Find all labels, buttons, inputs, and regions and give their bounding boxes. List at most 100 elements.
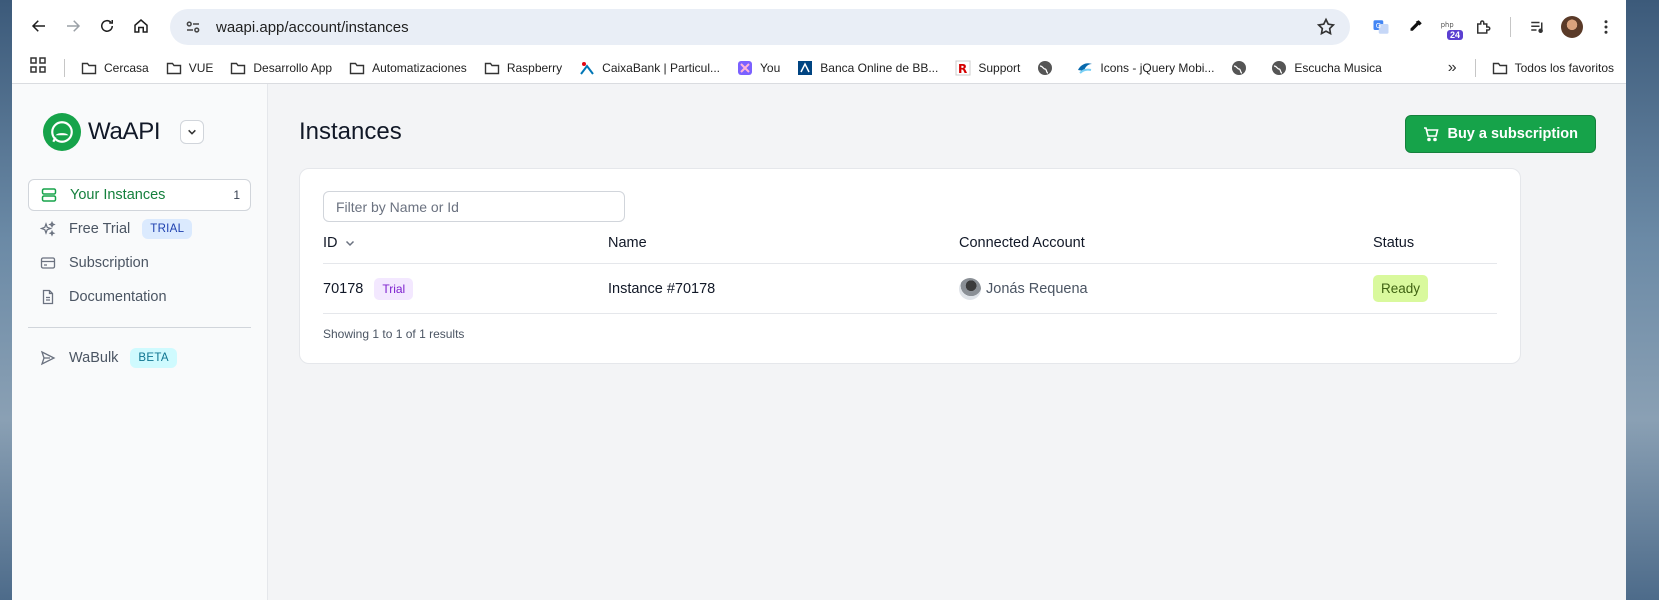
brand-dropdown-button[interactable] bbox=[180, 120, 205, 144]
cell-account: Jonás Requena bbox=[959, 277, 1373, 300]
bookmark-caixabank[interactable]: CaixaBank | Particul... bbox=[579, 60, 720, 76]
bookmark-raspberry[interactable]: Raspberry bbox=[484, 60, 562, 76]
bbva-icon bbox=[797, 60, 813, 76]
folder-icon bbox=[166, 60, 182, 76]
forward-button[interactable] bbox=[56, 9, 90, 43]
folder-icon bbox=[81, 60, 97, 76]
toolbar-divider bbox=[1510, 17, 1511, 37]
extensions-button[interactable] bbox=[1466, 10, 1500, 44]
sidebar: WaAPI Your Instances 1 Free Trial TRIAL bbox=[12, 84, 268, 600]
beta-badge: BETA bbox=[130, 348, 177, 368]
credit-card-icon bbox=[39, 254, 57, 272]
browser-toolbar: waapi.app/account/instances G php 24 bbox=[12, 0, 1626, 52]
browser-window: waapi.app/account/instances G php 24 Cer… bbox=[12, 0, 1626, 600]
globe-icon bbox=[1231, 60, 1247, 76]
home-button[interactable] bbox=[124, 9, 158, 43]
main-content: Instances Buy a subscription Filter by N… bbox=[268, 84, 1626, 600]
bookmark-jquery-icons[interactable]: Icons - jQuery Mobi... bbox=[1077, 60, 1214, 76]
sidebar-item-wabulk[interactable]: WaBulk BETA bbox=[28, 342, 251, 374]
cell-status: Ready bbox=[1373, 275, 1497, 302]
brand-name: WaAPI bbox=[88, 118, 161, 145]
eyedropper-icon bbox=[1410, 20, 1422, 31]
php-extension[interactable]: php 24 bbox=[1432, 10, 1466, 44]
bookmark-label: Cercasa bbox=[104, 60, 149, 75]
media-list-icon bbox=[1531, 21, 1543, 33]
bookmark-label: VUE bbox=[188, 60, 214, 75]
bookmark-label: Desarrollo App bbox=[253, 60, 333, 75]
app-root: WaAPI Your Instances 1 Free Trial TRIAL bbox=[12, 84, 1626, 600]
bookmarks-divider bbox=[1474, 59, 1476, 77]
cell-id: 70178 Trial bbox=[323, 277, 608, 300]
bookmark-label: Escucha Musica bbox=[1294, 60, 1382, 75]
filter-input[interactable]: Filter by Name or Id bbox=[323, 191, 625, 222]
bookmark-label: Raspberry bbox=[506, 60, 563, 75]
caixabank-icon bbox=[579, 60, 595, 76]
all-bookmarks-folder[interactable]: Todos los favoritos bbox=[1492, 60, 1614, 76]
home-icon bbox=[134, 19, 148, 33]
bookmark-globe-2[interactable] bbox=[1231, 60, 1254, 76]
eyedropper-extension[interactable] bbox=[1398, 10, 1432, 44]
brand: WaAPI bbox=[43, 112, 251, 152]
bookmark-label: Support bbox=[978, 60, 1021, 75]
document-icon bbox=[39, 288, 57, 306]
menu-button[interactable] bbox=[1589, 10, 1623, 44]
pagination-summary: Showing 1 to 1 of 1 results bbox=[323, 327, 465, 341]
column-id[interactable]: ID bbox=[323, 235, 608, 251]
arrow-right-icon bbox=[67, 20, 81, 32]
bookmark-desarrollo-app[interactable]: Desarrollo App bbox=[230, 60, 332, 76]
sidebar-item-label: Your Instances bbox=[70, 187, 166, 203]
bookmark-bbva[interactable]: Banca Online de BB... bbox=[797, 60, 938, 76]
bookmark-escucha-musica[interactable]: Escucha Musica bbox=[1271, 60, 1382, 76]
sidebar-item-documentation[interactable]: Documentation bbox=[28, 281, 251, 313]
folder-icon bbox=[349, 60, 365, 76]
cell-name: Instance #70178 bbox=[608, 280, 716, 297]
table-row[interactable]: 70178 Trial Instance #70178 Jonás Requen… bbox=[323, 264, 1497, 314]
instance-id: 70178 bbox=[323, 280, 364, 297]
bookmark-label: Automatizaciones bbox=[372, 60, 467, 75]
back-button[interactable] bbox=[22, 9, 56, 43]
account-name: Jonás Requena bbox=[986, 280, 1088, 297]
svg-text:R: R bbox=[958, 62, 967, 76]
bookmark-star-icon[interactable] bbox=[1316, 17, 1336, 37]
address-bar[interactable]: waapi.app/account/instances bbox=[170, 9, 1350, 45]
translate-extension[interactable]: G bbox=[1364, 10, 1398, 44]
instances-count: 1 bbox=[233, 188, 240, 202]
reload-button[interactable] bbox=[90, 9, 124, 43]
column-header-label: ID bbox=[323, 234, 338, 251]
folder-icon bbox=[230, 60, 246, 76]
sidebar-item-label: Subscription bbox=[69, 255, 149, 271]
sidebar-divider bbox=[28, 327, 251, 328]
bookmark-label: You bbox=[760, 60, 781, 75]
more-bookmarks-icon[interactable]: » bbox=[1448, 59, 1457, 77]
bookmark-you[interactable]: You bbox=[737, 60, 780, 76]
you-icon bbox=[737, 60, 753, 76]
bookmark-cercasa[interactable]: Cercasa bbox=[81, 60, 149, 76]
svg-text:G: G bbox=[1376, 22, 1381, 30]
bookmark-vue[interactable]: VUE bbox=[166, 60, 214, 76]
sidebar-item-label: Free Trial bbox=[69, 221, 131, 237]
server-icon bbox=[40, 186, 58, 204]
profile-button[interactable] bbox=[1555, 10, 1589, 44]
folder-icon bbox=[484, 60, 500, 76]
sidebar-item-free-trial[interactable]: Free Trial TRIAL bbox=[28, 213, 251, 245]
send-icon bbox=[39, 349, 57, 367]
sidebar-item-subscription[interactable]: Subscription bbox=[28, 247, 251, 279]
site-info-icon[interactable] bbox=[184, 17, 204, 37]
profile-avatar bbox=[1561, 16, 1583, 38]
bookmark-globe-1[interactable] bbox=[1037, 60, 1060, 76]
table-header: ID Name Connected Account Status bbox=[323, 222, 1497, 264]
sort-chevron-down-icon[interactable] bbox=[344, 237, 356, 249]
trial-badge: TRIAL bbox=[142, 219, 193, 239]
kebab-menu-icon bbox=[1604, 20, 1608, 34]
puzzle-icon bbox=[1477, 20, 1491, 34]
url-text[interactable]: waapi.app/account/instances bbox=[216, 19, 409, 36]
media-control-button[interactable] bbox=[1521, 10, 1555, 44]
bookmark-automatizaciones[interactable]: Automatizaciones bbox=[349, 60, 467, 76]
sidebar-item-your-instances[interactable]: Your Instances 1 bbox=[28, 179, 251, 211]
bookmark-support[interactable]: R Support bbox=[955, 60, 1020, 76]
bookmarks-divider bbox=[64, 58, 65, 77]
arrow-left-icon bbox=[31, 20, 45, 32]
apps-grid-icon[interactable] bbox=[30, 57, 46, 78]
column-name: Name bbox=[608, 234, 647, 251]
buy-subscription-button[interactable]: Buy a subscription bbox=[1405, 115, 1596, 153]
